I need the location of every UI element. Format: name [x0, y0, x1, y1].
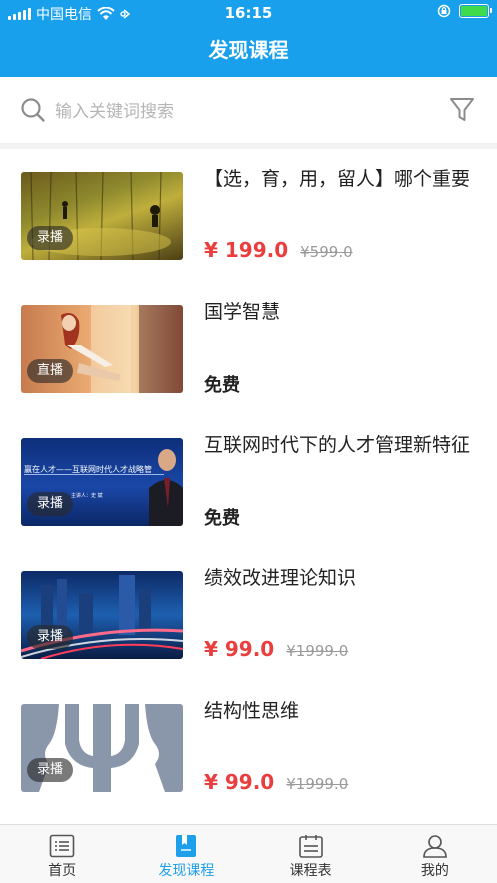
home-list-icon [49, 834, 75, 858]
course-thumbnail[interactable]: 直播 [21, 305, 183, 393]
course-item[interactable]: 直播 国学智慧 免费 [0, 282, 497, 415]
recorded-badge: 录播 [27, 492, 74, 516]
course-title[interactable]: 国学智慧 [204, 299, 474, 326]
orientation-lock-icon [437, 4, 451, 18]
course-title[interactable]: 【选，育，用，留人】哪个重要 [204, 166, 474, 193]
recorded-badge: 录播 [27, 226, 74, 250]
course-item[interactable]: 录播 绩效改进理论知识 ¥ 99.0 ¥1999.0 [0, 548, 497, 681]
search-input[interactable]: 输入关键词搜索 [55, 97, 174, 122]
recorded-badge: 录播 [27, 625, 74, 649]
page-title: 发现课程 [0, 26, 497, 77]
search-bar[interactable]: 输入关键词搜索 [0, 77, 497, 143]
tab-label: 首页 [48, 863, 77, 879]
course-thumbnail[interactable]: 赢在人才——互联网时代人才战略管 主讲人：史 斌 录播 [21, 438, 183, 526]
clock: 16:15 [224, 4, 273, 22]
search-icon [21, 98, 45, 122]
free-label: 免费 [204, 508, 240, 529]
course-list: 录播 【选，育，用，留人】哪个重要 ¥ 199.0 ¥599.0 直播 国学智慧… [0, 149, 497, 824]
tab-home[interactable]: 首页 [0, 825, 124, 883]
course-item[interactable]: 赢在人才——互联网时代人才战略管 主讲人：史 斌 录播 互联网时代下的人才管理新… [0, 415, 497, 548]
tab-label: 发现课程 [158, 863, 215, 879]
course-item[interactable]: 录播 【选，育，用，留人】哪个重要 ¥ 199.0 ¥599.0 [0, 149, 497, 282]
course-thumbnail[interactable]: 录播 [21, 172, 183, 260]
tab-schedule[interactable]: 课程表 [249, 825, 373, 883]
battery-icon [459, 4, 492, 18]
course-title[interactable]: 绩效改进理论知识 [204, 565, 474, 592]
course-title[interactable]: 互联网时代下的人才管理新特征 [204, 432, 474, 459]
course-price: ¥ 199.0 ¥599.0 [204, 238, 353, 262]
course-price: ¥ 99.0 ¥1999.0 [204, 637, 348, 661]
free-label: 免费 [204, 375, 240, 396]
original-price: ¥1999.0 [286, 642, 349, 660]
current-price: ¥ 99.0 [204, 637, 275, 661]
course-title[interactable]: 结构性思维 [204, 698, 474, 725]
original-price: ¥1999.0 [286, 775, 349, 793]
tab-label: 我的 [420, 863, 449, 879]
course-item[interactable]: 录播 结构性思维 ¥ 99.0 ¥1999.0 [0, 681, 497, 814]
status-bar: 中国电信 16:15 [0, 0, 497, 26]
current-price: ¥ 199.0 [204, 238, 289, 262]
course-price: ¥ 99.0 ¥1999.0 [204, 770, 348, 794]
tab-label: 课程表 [289, 863, 332, 879]
course-thumbnail[interactable]: 录播 [21, 571, 183, 659]
status-right [437, 4, 492, 18]
recorded-badge: 录播 [27, 758, 74, 782]
schedule-icon [298, 835, 323, 858]
course-price: 免费 [204, 504, 240, 530]
tab-discover[interactable]: 发现课程 [124, 825, 248, 883]
profile-icon [423, 835, 447, 858]
original-price: ¥599.0 [300, 243, 353, 261]
filter-icon[interactable] [449, 96, 475, 124]
live-badge: 直播 [27, 359, 74, 383]
course-thumbnail[interactable]: 录播 [21, 704, 183, 792]
discover-book-icon [176, 835, 197, 857]
tab-profile[interactable]: 我的 [373, 825, 497, 883]
current-price: ¥ 99.0 [204, 770, 275, 794]
course-price: 免费 [204, 371, 240, 397]
tab-bar: 首页 发现课程 课程表 我的 [0, 824, 497, 883]
